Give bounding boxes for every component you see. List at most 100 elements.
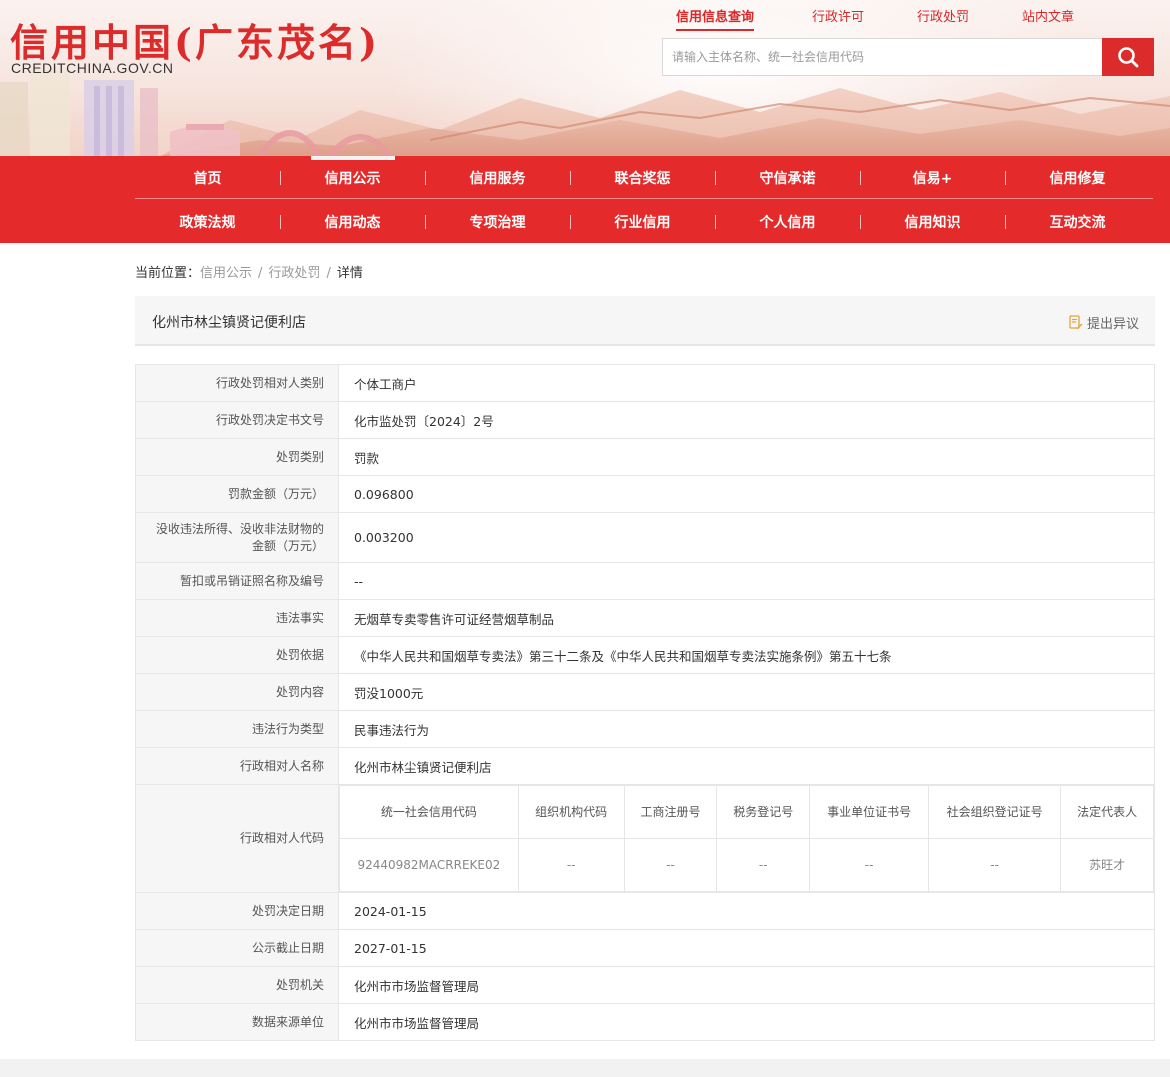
detail-row: 处罚内容 罚没1000元 [135, 673, 1155, 711]
detail-label: 没收违法所得、没收非法财物的金额（万元） [135, 512, 339, 563]
entity-title-panel: 化州市林尘镇贤记便利店 提出异议 [135, 296, 1155, 346]
detail-label: 处罚类别 [135, 438, 339, 476]
top-links: 信用信息查询 行政许可 行政处罚 站内文章 [662, 6, 1162, 31]
detail-value: 2024-01-15 [338, 892, 1155, 930]
code-header: 社会组织登记证号 [928, 785, 1062, 839]
detail-value: 个体工商户 [338, 364, 1155, 402]
site-header: 信用中国(广东茂名) CREDITCHINA.GOV.CN 信用信息查询 行政许… [0, 0, 1170, 156]
detail-row: 行政处罚决定书文号 化市监处罚〔2024〕2号 [135, 401, 1155, 439]
detail-row: 没收违法所得、没收非法财物的金额（万元） 0.003200 [135, 512, 1155, 563]
breadcrumb-link-admin-penalty[interactable]: 行政处罚 [268, 266, 320, 281]
code-value: -- [809, 838, 930, 892]
code-table-header: 统一社会信用代码 组织机构代码 工商注册号 税务登记号 事业单位证书号 社会组织… [339, 785, 1154, 839]
nav-item-credit-knowledge[interactable]: 信用知识 [860, 200, 1005, 243]
detail-label: 处罚依据 [135, 636, 339, 674]
nav-active-indicator [311, 156, 395, 160]
detail-label: 公示截止日期 [135, 929, 339, 967]
detail-row: 数据来源单位 化州市市场监督管理局 [135, 1003, 1155, 1041]
nav-item-credit-commitment[interactable]: 守信承诺 [715, 156, 860, 199]
detail-value: 罚没1000元 [338, 673, 1155, 711]
detail-row: 处罚机关 化州市市场监督管理局 [135, 966, 1155, 1004]
detail-value: 化州市市场监督管理局 [338, 1003, 1155, 1041]
code-table-values: 92440982MACRREKE02 -- -- -- -- -- 苏旺才 [339, 838, 1154, 892]
detail-label: 行政处罚决定书文号 [135, 401, 339, 439]
nav-row-1: 首页 信用公示 信用服务 联合奖惩 守信承诺 信易+ 信用修复 [135, 156, 1153, 199]
code-value: -- [928, 838, 1062, 892]
search-button[interactable] [1102, 38, 1154, 76]
code-value: -- [623, 838, 718, 892]
code-header: 税务登记号 [716, 785, 811, 839]
breadcrumb-separator: / [326, 266, 331, 281]
search-input[interactable] [663, 39, 1103, 75]
detail-row: 暂扣或吊销证照名称及编号 -- [135, 562, 1155, 600]
nav-item-xinyi-plus[interactable]: 信易+ [860, 156, 1005, 199]
nav-item-industry-credit[interactable]: 行业信用 [570, 200, 715, 243]
nav-item-policies[interactable]: 政策法规 [135, 200, 280, 243]
nav-item-special-governance[interactable]: 专项治理 [425, 200, 570, 243]
code-value: -- [716, 838, 811, 892]
detail-value: 罚款 [338, 438, 1155, 476]
top-link-site-articles[interactable]: 站内文章 [1022, 6, 1074, 25]
detail-row: 公示截止日期 2027-01-15 [135, 929, 1155, 967]
detail-row: 违法行为类型 民事违法行为 [135, 710, 1155, 748]
detail-label: 行政相对人代码 [135, 784, 339, 893]
detail-row: 处罚类别 罚款 [135, 438, 1155, 476]
detail-label: 违法行为类型 [135, 710, 339, 748]
footer-strip [0, 1059, 1170, 1077]
nav-item-interaction[interactable]: 互动交流 [1005, 200, 1150, 243]
code-header: 统一社会信用代码 [339, 785, 519, 839]
detail-value: 化州市林尘镇贤记便利店 [338, 747, 1155, 785]
entity-name: 化州市林尘镇贤记便利店 [152, 315, 306, 331]
code-value: 苏旺才 [1060, 838, 1154, 892]
detail-row-codes: 行政相对人代码 统一社会信用代码 组织机构代码 工商注册号 税务登记号 事业单位… [135, 784, 1155, 893]
code-header: 法定代表人 [1060, 785, 1154, 839]
detail-label: 暂扣或吊销证照名称及编号 [135, 562, 339, 600]
detail-row: 违法事实 无烟草专卖零售许可证经营烟草制品 [135, 599, 1155, 637]
top-link-admin-penalty[interactable]: 行政处罚 [917, 6, 969, 25]
detail-value: 无烟草专卖零售许可证经营烟草制品 [338, 599, 1155, 637]
nav-row-2: 政策法规 信用动态 专项治理 行业信用 个人信用 信用知识 互动交流 [135, 200, 1153, 243]
nav-item-credit-service[interactable]: 信用服务 [425, 156, 570, 199]
detail-label: 处罚内容 [135, 673, 339, 711]
entity-code-table: 统一社会信用代码 组织机构代码 工商注册号 税务登记号 事业单位证书号 社会组织… [339, 785, 1154, 892]
detail-value: 0.096800 [338, 475, 1155, 513]
search-icon [1118, 47, 1139, 68]
nav-item-credit-news[interactable]: 信用动态 [280, 200, 425, 243]
detail-row: 行政相对人名称 化州市林尘镇贤记便利店 [135, 747, 1155, 785]
detail-value: 2027-01-15 [338, 929, 1155, 967]
detail-label: 行政相对人名称 [135, 747, 339, 785]
detail-value: 《中华人民共和国烟草专卖法》第三十二条及《中华人民共和国烟草专卖法实施条例》第五… [338, 636, 1155, 674]
detail-row: 处罚依据 《中华人民共和国烟草专卖法》第三十二条及《中华人民共和国烟草专卖法实施… [135, 636, 1155, 674]
site-logo-title[interactable]: 信用中国(广东茂名) [10, 12, 380, 67]
code-table-cell: 统一社会信用代码 组织机构代码 工商注册号 税务登记号 事业单位证书号 社会组织… [338, 784, 1155, 893]
detail-value: 化市监处罚〔2024〕2号 [338, 401, 1155, 439]
breadcrumb-current: 详情 [336, 266, 363, 281]
top-link-credit-query[interactable]: 信用信息查询 [676, 6, 755, 31]
nav-item-personal-credit[interactable]: 个人信用 [715, 200, 860, 243]
detail-value: 化州市市场监督管理局 [338, 966, 1155, 1004]
detail-row: 罚款金额（万元） 0.096800 [135, 475, 1155, 513]
breadcrumb-separator: / [258, 266, 263, 281]
nav-item-joint-reward-punish[interactable]: 联合奖惩 [570, 156, 715, 199]
objection-button[interactable]: 提出异议 [1069, 313, 1139, 332]
nav-item-home[interactable]: 首页 [135, 156, 280, 199]
nav-item-credit-publicity[interactable]: 信用公示 [280, 156, 425, 199]
detail-label: 数据来源单位 [135, 1003, 339, 1041]
top-link-admin-license[interactable]: 行政许可 [812, 6, 864, 25]
breadcrumb: 当前位置：信用公示 / 行政处罚 / 详情 [135, 262, 363, 281]
nav-item-credit-repair[interactable]: 信用修复 [1005, 156, 1150, 199]
detail-row: 行政处罚相对人类别 个体工商户 [135, 364, 1155, 402]
code-header: 工商注册号 [623, 785, 718, 839]
code-value: -- [517, 838, 625, 892]
site-domain: CREDITCHINA.GOV.CN [11, 60, 174, 76]
detail-label: 违法事实 [135, 599, 339, 637]
detail-label: 罚款金额（万元） [135, 475, 339, 513]
code-value: 92440982MACRREKE02 [339, 838, 519, 892]
breadcrumb-link-credit-publicity[interactable]: 信用公示 [200, 266, 252, 281]
objection-label: 提出异议 [1086, 317, 1139, 332]
detail-label: 处罚机关 [135, 966, 339, 1004]
breadcrumb-prefix: 当前位置： [135, 266, 201, 281]
detail-label: 行政处罚相对人类别 [135, 364, 339, 402]
detail-row: 处罚决定日期 2024-01-15 [135, 892, 1155, 930]
detail-value: -- [338, 562, 1155, 600]
